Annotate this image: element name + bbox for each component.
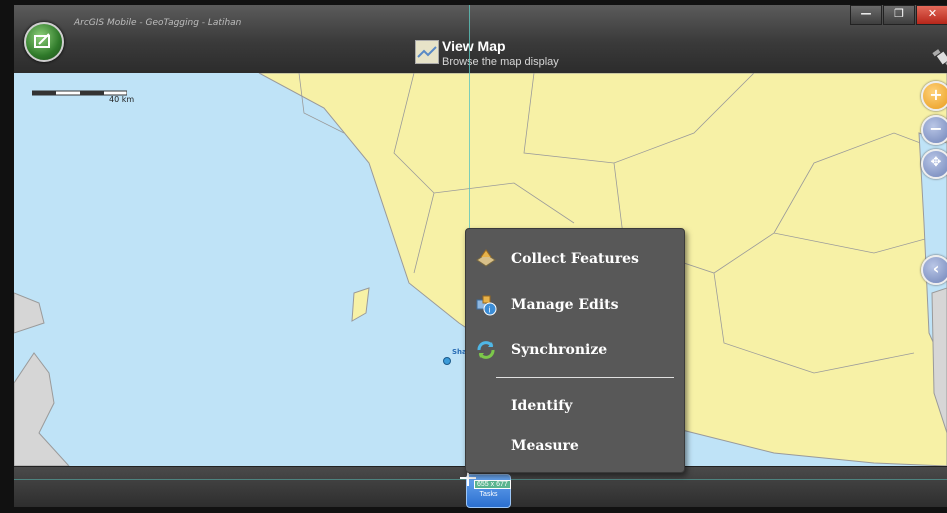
maximize-icon: ❐ [894, 7, 904, 20]
collect-features-icon [475, 248, 497, 270]
zoom-in-button[interactable]: + [921, 81, 947, 111]
scale-label: 40 km [109, 95, 135, 104]
manage-edits-icon: i [475, 294, 497, 316]
minus-icon: − [929, 119, 943, 138]
chevron-left-icon: ‹ [932, 259, 940, 278]
plus-icon: + [929, 85, 943, 104]
menu-item-label: Synchronize [511, 342, 608, 358]
maximize-button[interactable]: ❐ [883, 5, 915, 25]
menu-item-label: Measure [511, 438, 579, 454]
tasks-label: Tasks [479, 491, 498, 498]
satellite-icon[interactable] [931, 47, 947, 71]
app-title: ArcGIS Mobile - GeoTagging - Latihan [74, 18, 242, 28]
app-window: ArcGIS Mobile - GeoTagging - Latihan Vie… [0, 0, 947, 513]
minimize-button[interactable]: — [850, 5, 882, 25]
menu-item-manage-edits[interactable]: i Manage Edits [466, 288, 684, 322]
place-marker-icon[interactable] [443, 357, 451, 365]
close-icon: ✕ [927, 7, 938, 20]
map-view-icon [415, 40, 439, 64]
view-subtitle: Browse the map display [442, 56, 559, 68]
menu-item-label: Collect Features [511, 251, 639, 267]
tasks-menu: Collect Features i Manage Edits Synchron… [465, 228, 685, 473]
arcgis-logo-icon[interactable] [24, 22, 64, 62]
menu-item-label: Identify [511, 398, 573, 414]
view-title: View Map [442, 38, 506, 54]
title-bar: ArcGIS Mobile - GeoTagging - Latihan Vie… [14, 5, 947, 74]
pan-icon: ✥ [930, 155, 942, 170]
menu-item-synchronize[interactable]: Synchronize [466, 333, 684, 367]
menu-item-collect-features[interactable]: Collect Features [466, 242, 684, 276]
collapse-panel-button[interactable]: ‹ [921, 255, 947, 285]
menu-item-identify[interactable]: Identify [466, 389, 684, 423]
svg-text:i: i [489, 306, 491, 315]
menu-item-label: Manage Edits [511, 297, 619, 313]
crosshair-cursor-icon [460, 470, 476, 490]
minimize-icon: — [860, 7, 872, 20]
menu-item-measure[interactable]: Measure [466, 429, 684, 463]
menu-divider [496, 377, 674, 378]
zoom-out-button[interactable]: − [921, 115, 947, 145]
pan-button[interactable]: ✥ [921, 149, 947, 179]
close-button[interactable]: ✕ [916, 5, 947, 25]
synchronize-icon [475, 339, 497, 361]
size-tooltip: 655 x 677 [474, 480, 511, 489]
